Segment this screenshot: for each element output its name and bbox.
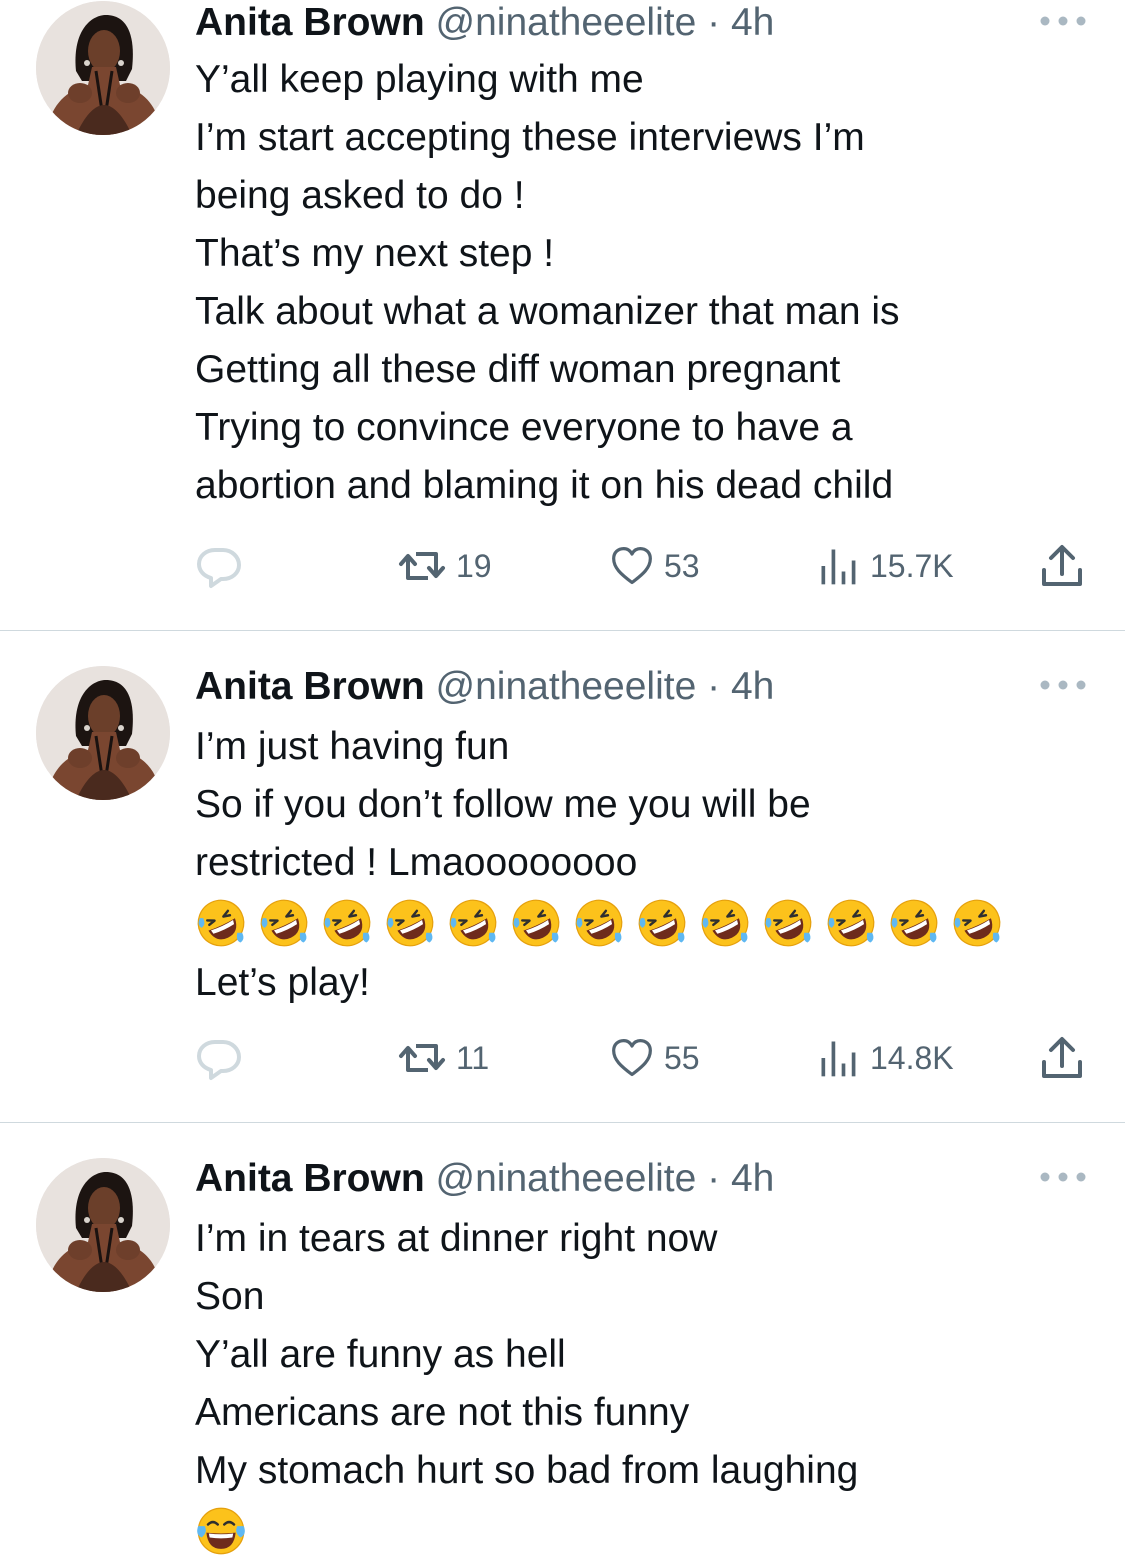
rolling-on-floor-laughing-emoji (573, 897, 625, 949)
tweet-text-line: I’m start accepting these interviews I’m (195, 116, 865, 159)
retweet-button[interactable]: 19 (398, 541, 492, 591)
author-handle[interactable]: @ninatheeelite (436, 1157, 697, 1200)
more-dots-icon[interactable] (1036, 6, 1090, 36)
tweet-text-line: I’m just having fun (195, 725, 510, 768)
tweet-text-line: I’m in tears at dinner right now (195, 1217, 718, 1260)
separator-dot: · (707, 1, 721, 44)
author-handle[interactable]: @ninatheeelite (436, 1, 697, 44)
speech-bubble-icon (195, 1034, 243, 1082)
reply-button[interactable] (195, 1033, 253, 1083)
tweet-text-line: being asked to do ! (195, 174, 525, 217)
avatar[interactable] (36, 1, 170, 135)
tweet-text-line: Trying to convince everyone to have a (195, 406, 853, 449)
tweet-text-line: Y’all keep playing with me (195, 58, 644, 101)
tweet-text: Y’all keep playing with me I’m start acc… (195, 51, 900, 515)
views-count: 15.7K (870, 547, 954, 584)
action-bar: 11 55 14.8K (0, 1033, 1125, 1083)
share-upload-icon (1038, 542, 1086, 590)
separator-dot: · (707, 665, 721, 708)
retweet-count: 19 (456, 547, 492, 584)
separator-dot: · (707, 1157, 721, 1200)
retweet-icon (398, 1034, 446, 1082)
tweet-header: Anita Brown @ninatheeelite · 4h (195, 0, 774, 46)
like-count: 55 (664, 1039, 700, 1076)
like-count: 53 (664, 547, 700, 584)
tweet-text-line: restricted ! Lmaoooooooo (195, 841, 638, 884)
rolling-on-floor-laughing-emoji (384, 897, 436, 949)
more-dots-icon[interactable] (1036, 670, 1090, 700)
tweet-text-line: That’s my next step ! (195, 232, 555, 275)
rolling-on-floor-laughing-emoji (447, 897, 499, 949)
tweet-text: I’m just having fun So if you don’t foll… (195, 718, 1014, 1012)
tears-of-joy-emoji (195, 1505, 247, 1557)
rolling-on-floor-laughing-emoji (762, 897, 814, 949)
emoji-line (195, 892, 1014, 954)
share-upload-icon (1038, 1034, 1086, 1082)
rolling-on-floor-laughing-emoji (888, 897, 940, 949)
divider (0, 1122, 1125, 1123)
author-handle[interactable]: @ninatheeelite (436, 665, 697, 708)
emoji-line (195, 1500, 858, 1562)
retweet-count: 11 (456, 1039, 490, 1076)
tweet-header: Anita Brown @ninatheeelite · 4h (195, 1156, 774, 1202)
tweet-text-line: Let’s play! (195, 961, 370, 1004)
tweet-text-line: Getting all these diff woman pregnant (195, 348, 841, 391)
heart-icon (610, 544, 654, 588)
rolling-on-floor-laughing-emoji (699, 897, 751, 949)
share-button[interactable] (1038, 1033, 1086, 1083)
heart-icon (610, 1036, 654, 1080)
speech-bubble-icon (195, 542, 243, 590)
like-button[interactable]: 53 (610, 541, 700, 591)
retweet-button[interactable]: 11 (398, 1033, 489, 1083)
tweet-text-line: Talk about what a womanizer that man is (195, 290, 900, 333)
rolling-on-floor-laughing-emoji (510, 897, 562, 949)
timestamp[interactable]: 4h (731, 665, 774, 708)
share-button[interactable] (1038, 541, 1086, 591)
author-name[interactable]: Anita Brown (195, 1157, 425, 1200)
rolling-on-floor-laughing-emoji (825, 897, 877, 949)
views-count: 14.8K (870, 1039, 954, 1076)
tweet-text-line: Son (195, 1275, 265, 1318)
tweet-text-line: abortion and blaming it on his dead chil… (195, 464, 894, 507)
views-button[interactable]: 15.7K (816, 541, 954, 591)
action-bar: 19 53 15.7K (0, 541, 1125, 591)
rolling-on-floor-laughing-emoji (951, 897, 1003, 949)
retweet-icon (398, 542, 446, 590)
avatar[interactable] (36, 666, 170, 800)
rolling-on-floor-laughing-emoji (321, 897, 373, 949)
rolling-on-floor-laughing-emoji (195, 897, 247, 949)
bar-chart-icon (816, 1036, 860, 1080)
like-button[interactable]: 55 (610, 1033, 700, 1083)
views-button[interactable]: 14.8K (816, 1033, 954, 1083)
tweet-text-line: Americans are not this funny (195, 1391, 690, 1434)
avatar[interactable] (36, 1158, 170, 1292)
timestamp[interactable]: 4h (731, 1157, 774, 1200)
more-dots-icon[interactable] (1036, 1162, 1090, 1192)
tweet-text-line: Y’all are funny as hell (195, 1333, 566, 1376)
timestamp[interactable]: 4h (731, 1, 774, 44)
divider (0, 630, 1125, 631)
rolling-on-floor-laughing-emoji (258, 897, 310, 949)
reply-button[interactable] (195, 541, 253, 591)
tweet-text-line: My stomach hurt so bad from laughing (195, 1449, 859, 1492)
rolling-on-floor-laughing-emoji (636, 897, 688, 949)
tweet-text-line: So if you don’t follow me you will be (195, 783, 811, 826)
author-name[interactable]: Anita Brown (195, 665, 425, 708)
tweet-text: I’m in tears at dinner right now Son Y’a… (195, 1210, 858, 1562)
author-name[interactable]: Anita Brown (195, 1, 425, 44)
tweet-header: Anita Brown @ninatheeelite · 4h (195, 664, 774, 710)
bar-chart-icon (816, 544, 860, 588)
